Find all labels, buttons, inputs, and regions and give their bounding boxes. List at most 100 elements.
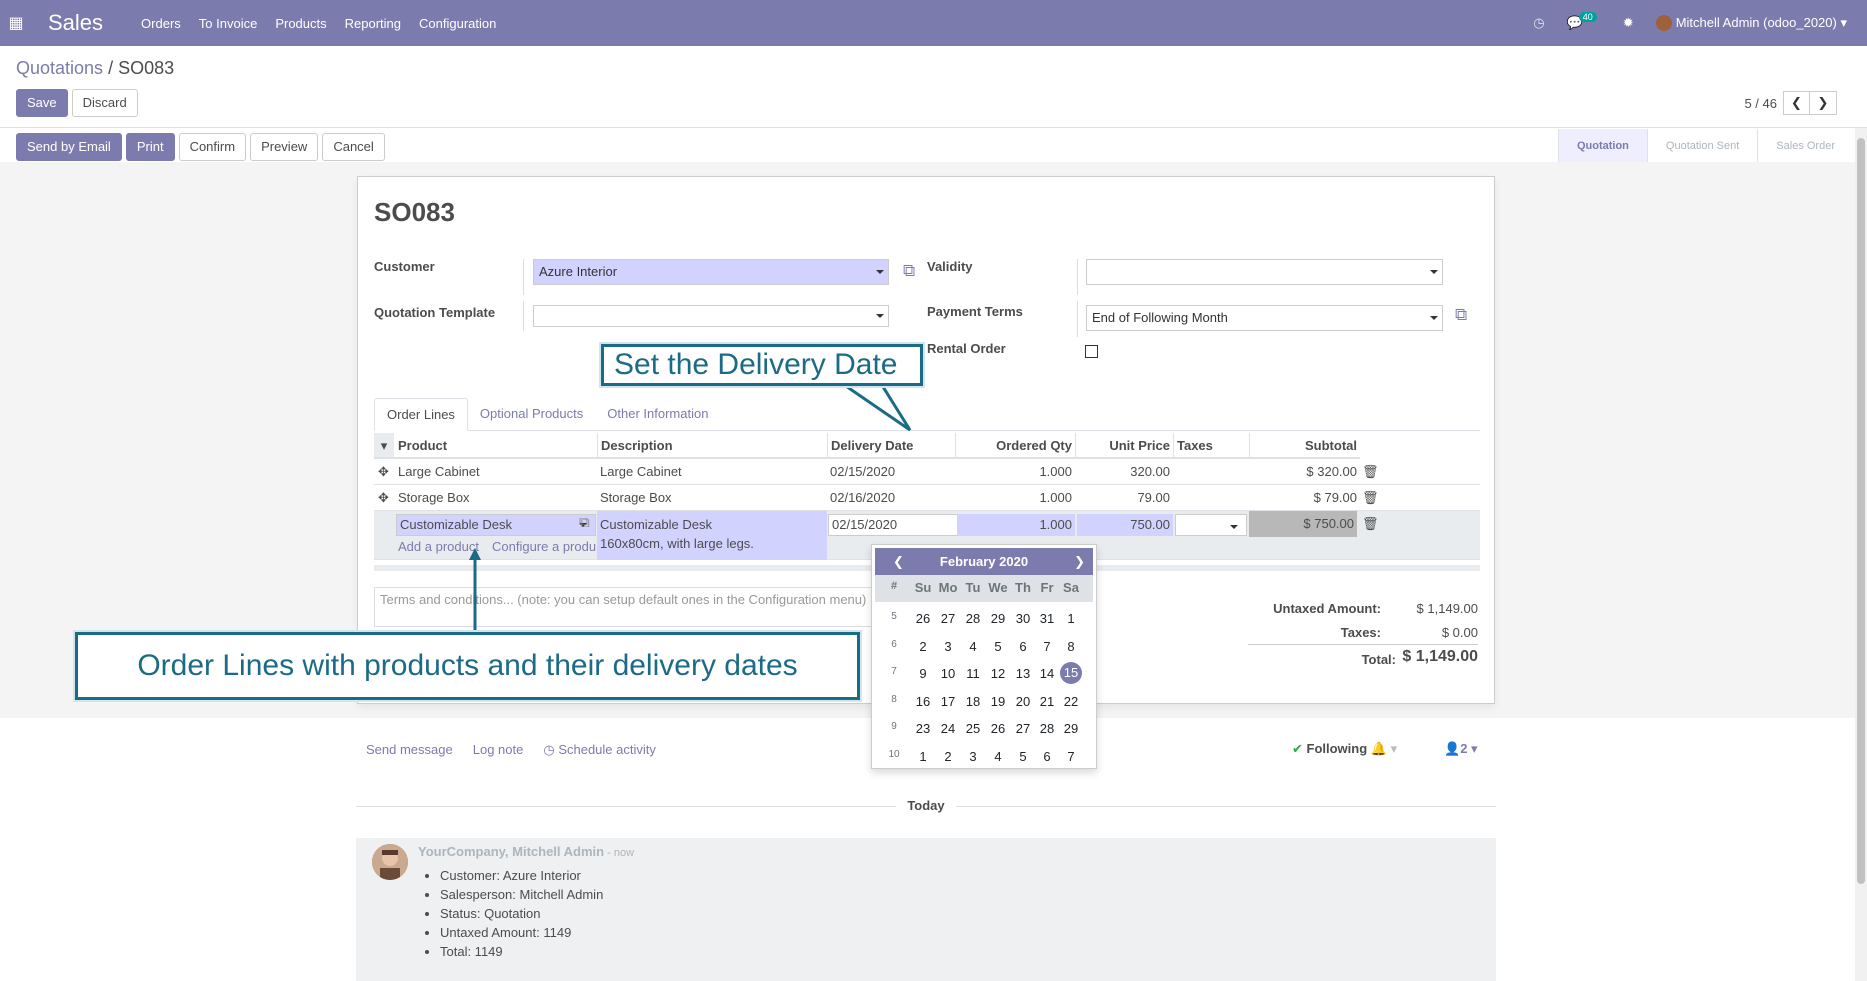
pager-previous-icon[interactable]: ❮ — [1783, 91, 1810, 115]
calendar-day[interactable]: 7 — [1059, 749, 1083, 764]
chevron-down-icon[interactable] — [1230, 525, 1238, 529]
table-row[interactable]: ✥ Storage Box Storage Box 02/16/2020 1.0… — [374, 485, 1480, 511]
row-product[interactable]: Large Cabinet — [398, 459, 480, 485]
schedule-activity-button[interactable]: ◷ Schedule activity — [543, 742, 656, 758]
product-input[interactable]: Customizable Desk — [396, 514, 596, 536]
bell-icon[interactable]: 🔔 ▾ — [1367, 741, 1397, 756]
quotation-template-field[interactable] — [533, 305, 889, 327]
calendar-day[interactable]: 3 — [936, 639, 960, 654]
row-qty[interactable]: 1.000 — [955, 459, 1072, 485]
calendar-day[interactable]: 5 — [986, 639, 1010, 654]
app-brand[interactable]: Sales — [48, 10, 103, 36]
external-link-icon[interactable]: ⧉ — [1455, 305, 1467, 325]
calendar-day[interactable]: 16 — [911, 694, 935, 709]
clock-icon[interactable]: ◷ — [1533, 15, 1544, 31]
menu-to-invoice[interactable]: To Invoice — [199, 16, 258, 31]
calendar-day[interactable]: 27 — [936, 611, 960, 626]
qty-input[interactable]: 1.000 — [957, 514, 1075, 536]
calendar-day[interactable]: 8 — [1059, 639, 1083, 654]
calendar-day[interactable]: 9 — [911, 666, 935, 681]
tab-order-lines[interactable]: Order Lines — [374, 398, 468, 431]
chevron-down-icon[interactable] — [876, 314, 884, 318]
calendar-day[interactable]: 29 — [986, 611, 1010, 626]
date-picker-month[interactable]: February 2020 — [875, 548, 1093, 575]
calendar-day[interactable]: 7 — [1035, 639, 1059, 654]
column-taxes[interactable]: Taxes — [1173, 433, 1249, 459]
calendar-day[interactable]: 18 — [961, 694, 985, 709]
calendar-day[interactable]: 23 — [911, 721, 935, 736]
calendar-day[interactable]: 17 — [936, 694, 960, 709]
calendar-day[interactable]: 26 — [911, 611, 935, 626]
chevron-down-icon[interactable] — [876, 270, 884, 274]
drag-handle-icon[interactable]: ✥ — [378, 485, 389, 511]
calendar-day[interactable]: 2 — [936, 749, 960, 764]
print-button[interactable]: Print — [125, 133, 175, 161]
calendar-day[interactable]: 28 — [1035, 721, 1059, 736]
scrollbar-thumb[interactable] — [1857, 138, 1865, 884]
row-description[interactable]: Storage Box — [600, 485, 672, 511]
calendar-day[interactable]: 20 — [1011, 694, 1035, 709]
trash-icon[interactable]: 🗑 — [1362, 485, 1379, 511]
avatar[interactable] — [372, 844, 408, 880]
calendar-day[interactable]: 24 — [936, 721, 960, 736]
trash-icon[interactable]: 🗑 — [1362, 511, 1379, 537]
status-sales-order[interactable]: Sales Order — [1757, 129, 1853, 163]
confirm-button[interactable]: Confirm — [178, 133, 247, 161]
calendar-day[interactable]: 4 — [961, 639, 985, 654]
unit-price-input[interactable]: 750.00 — [1077, 514, 1173, 536]
table-row[interactable]: ✥ Large Cabinet Large Cabinet 02/15/2020… — [374, 459, 1480, 485]
calendar-day[interactable]: 22 — [1059, 694, 1083, 709]
calendar-day[interactable]: 27 — [1011, 721, 1035, 736]
menu-products[interactable]: Products — [275, 16, 326, 31]
calendar-day[interactable]: 25 — [961, 721, 985, 736]
calendar-day[interactable]: 19 — [986, 694, 1010, 709]
tab-optional-products[interactable]: Optional Products — [468, 398, 595, 431]
calendar-day[interactable]: 5 — [1011, 749, 1035, 764]
message-author[interactable]: YourCompany, Mitchell Admin — [418, 844, 604, 859]
calendar-day[interactable]: 6 — [1011, 639, 1035, 654]
user-menu[interactable]: Mitchell Admin (odoo_2020) ▾ — [1655, 15, 1847, 32]
breadcrumb-quotations[interactable]: Quotations — [16, 58, 103, 78]
preview-button[interactable]: Preview — [250, 133, 319, 161]
calendar-day[interactable]: 3 — [961, 749, 985, 764]
menu-reporting[interactable]: Reporting — [345, 16, 401, 31]
configure-product-link[interactable]: Configure a produ — [492, 539, 596, 554]
discard-button[interactable]: Discard — [71, 89, 138, 117]
calendar-day[interactable]: 2 — [911, 639, 935, 654]
chevron-down-icon[interactable] — [1430, 270, 1438, 274]
save-button[interactable]: Save — [16, 89, 68, 117]
calendar-day[interactable]: 15 — [1060, 662, 1082, 684]
column-delivery-date[interactable]: Delivery Date — [827, 433, 955, 459]
row-description[interactable]: Large Cabinet — [600, 459, 682, 485]
calendar-day[interactable]: 29 — [1059, 721, 1083, 736]
calendar-day[interactable]: 1 — [911, 749, 935, 764]
row-qty[interactable]: 1.000 — [955, 485, 1072, 511]
external-link-icon[interactable]: ⧉ — [579, 514, 590, 531]
pager-value[interactable]: 5 / 46 — [1744, 96, 1777, 111]
calendar-day[interactable]: 13 — [1011, 666, 1035, 681]
drag-handle-icon[interactable]: ✥ — [378, 459, 389, 485]
payment-terms-field[interactable]: End of Following Month — [1086, 305, 1443, 331]
calendar-day[interactable]: 6 — [1035, 749, 1059, 764]
bug-icon[interactable]: ✹ — [1623, 15, 1634, 31]
column-product[interactable]: Product — [394, 433, 597, 459]
row-delivery-date[interactable]: 02/15/2020 — [830, 459, 895, 485]
calendar-day[interactable]: 28 — [961, 611, 985, 626]
validity-field[interactable] — [1086, 259, 1443, 285]
calendar-day[interactable]: 10 — [936, 666, 960, 681]
row-unit-price[interactable]: 320.00 — [1075, 459, 1170, 485]
next-month-icon[interactable]: ❯ — [1074, 548, 1085, 575]
row-unit-price[interactable]: 79.00 — [1075, 485, 1170, 511]
description-input[interactable]: Customizable Desk 160x80cm, with large l… — [597, 511, 827, 560]
send-message-button[interactable]: Send message — [366, 742, 453, 758]
column-unit-price[interactable]: Unit Price — [1075, 433, 1173, 459]
calendar-day[interactable]: 21 — [1035, 694, 1059, 709]
calendar-day[interactable]: 11 — [961, 666, 985, 681]
calendar-day[interactable]: 4 — [986, 749, 1010, 764]
menu-configuration[interactable]: Configuration — [419, 16, 496, 31]
pager-next-icon[interactable]: ❯ — [1810, 91, 1837, 115]
column-description[interactable]: Description — [597, 433, 827, 459]
status-quotation[interactable]: Quotation — [1557, 129, 1647, 163]
row-delivery-date[interactable]: 02/16/2020 — [830, 485, 895, 511]
log-note-button[interactable]: Log note — [473, 742, 524, 758]
